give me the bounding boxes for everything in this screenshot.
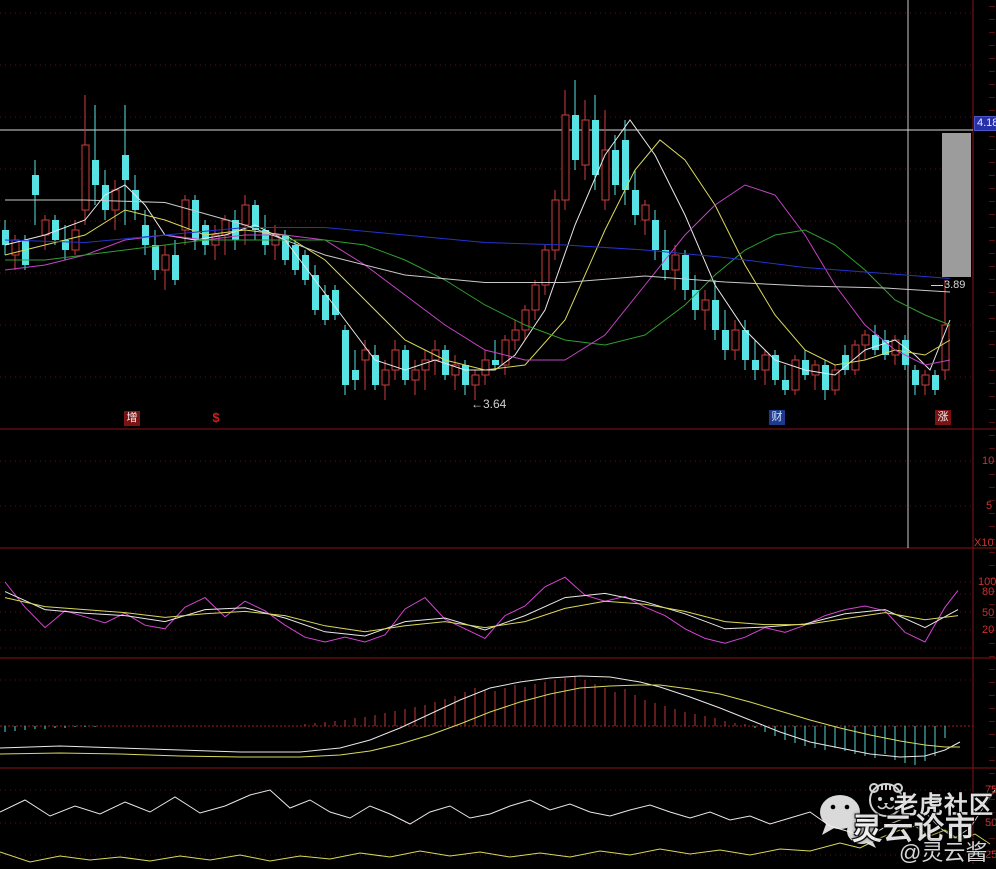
marker-zhang-flag[interactable]: 涨 <box>935 410 951 425</box>
ma60-pointer-line <box>931 285 943 286</box>
kdj-axis-label-50: 50 <box>982 607 995 619</box>
marker-dollar-flag[interactable]: $ <box>208 410 224 425</box>
crosshair-price-tag: 4.18 <box>974 116 996 131</box>
stock-chart-screen: { "window": {"width": 996, "height": 864… <box>0 0 996 865</box>
volume-axis-label-10: 10 <box>982 455 995 467</box>
watermark-signature: @灵云酱 <box>899 840 988 865</box>
volume-axis-label-5: 5 <box>986 500 993 512</box>
kdj-axis-label-80: 80 <box>982 586 995 598</box>
kdj-axis-label-20: 20 <box>982 624 995 636</box>
ma60-value-label: 3.89 <box>944 279 966 291</box>
marker-cai-flag[interactable]: 财 <box>769 410 785 425</box>
kline-chart-svg <box>0 0 996 864</box>
chart-canvas[interactable] <box>0 0 996 864</box>
marker-zeng-flag[interactable]: 增 <box>124 411 140 426</box>
volume-axis-unit: X10 <box>974 537 994 549</box>
low-annotation: ←3.64 <box>471 397 507 411</box>
